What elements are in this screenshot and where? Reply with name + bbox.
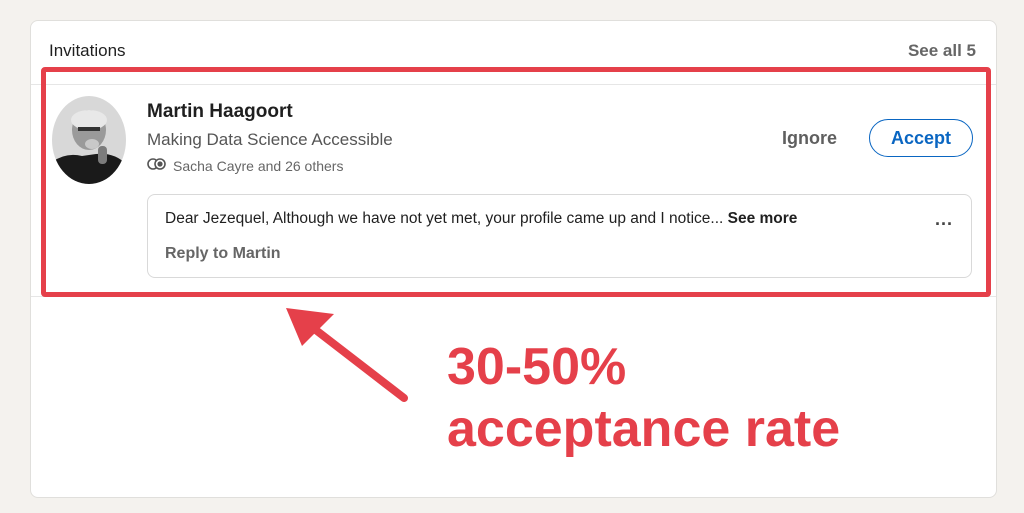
annotation-line-1: 30-50% <box>447 338 627 396</box>
highlight-box <box>41 67 991 297</box>
card-title: Invitations <box>49 41 126 60</box>
pointer-arrow-icon <box>286 308 408 402</box>
see-all-link[interactable]: See all 5 <box>908 41 976 61</box>
card-header: Invitations See all 5 <box>49 39 976 63</box>
annotation-line-2: acceptance rate <box>447 400 841 458</box>
annotation-text: 30-50% acceptance rate <box>447 336 840 460</box>
